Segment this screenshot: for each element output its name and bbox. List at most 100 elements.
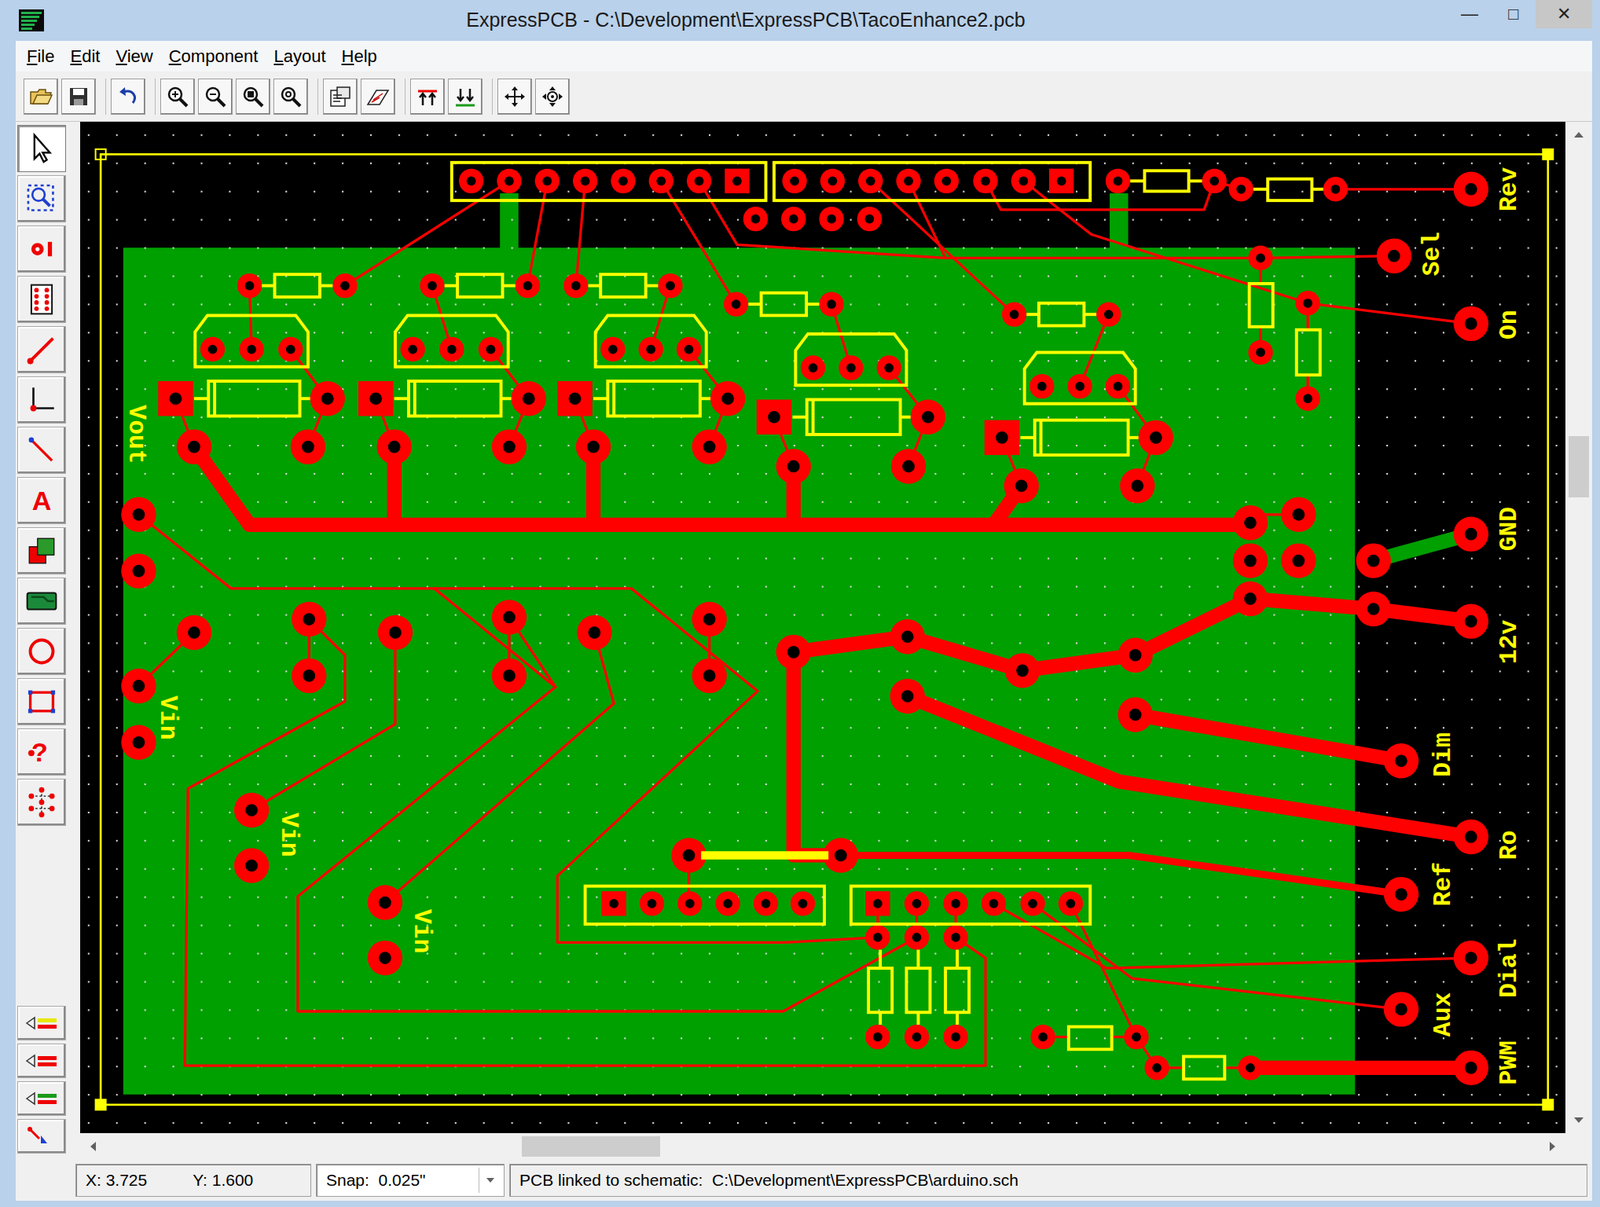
menu-item[interactable]: Help xyxy=(335,40,387,72)
board-properties-button[interactable] xyxy=(360,78,396,115)
pad[interactable] xyxy=(496,168,522,194)
square-pad[interactable] xyxy=(601,891,627,916)
pad[interactable] xyxy=(377,615,413,650)
trace[interactable] xyxy=(1135,715,1402,762)
pad[interactable] xyxy=(865,1024,890,1050)
header-outline[interactable] xyxy=(585,886,825,925)
scroll-down-button[interactable] xyxy=(1565,1106,1593,1134)
pad[interactable] xyxy=(657,273,683,298)
pad[interactable] xyxy=(1029,374,1054,399)
pad[interactable] xyxy=(671,837,706,873)
undo-button[interactable] xyxy=(110,78,146,115)
pad[interactable] xyxy=(686,168,712,194)
pad[interactable] xyxy=(1237,1055,1263,1080)
pad[interactable] xyxy=(600,337,625,362)
move-button[interactable] xyxy=(497,78,533,115)
snap-dropdown[interactable]: Snap: 0.025" xyxy=(315,1163,505,1197)
pad[interactable] xyxy=(535,168,560,194)
pad[interactable] xyxy=(1096,301,1121,327)
pad[interactable] xyxy=(1323,176,1348,202)
corner-handle[interactable] xyxy=(1542,1099,1553,1110)
vertical-scrollbar[interactable] xyxy=(1565,121,1593,1134)
pad[interactable] xyxy=(572,168,598,194)
pad[interactable] xyxy=(515,273,540,298)
resistor-outline[interactable] xyxy=(1144,170,1189,191)
pad[interactable] xyxy=(576,429,611,464)
pad[interactable] xyxy=(278,337,303,362)
pad[interactable] xyxy=(820,168,845,194)
header-outline[interactable] xyxy=(851,886,1090,925)
pad[interactable] xyxy=(1105,374,1131,399)
pcb-label[interactable]: Dim xyxy=(1429,732,1457,777)
pad-array-tool[interactable] xyxy=(17,275,67,323)
trace[interactable] xyxy=(184,619,986,1066)
pad[interactable] xyxy=(234,792,269,828)
pad[interactable] xyxy=(1280,543,1316,578)
pad[interactable] xyxy=(649,168,674,194)
pad[interactable] xyxy=(439,337,464,362)
menu-item[interactable]: Edit xyxy=(63,40,110,72)
save-button[interactable] xyxy=(61,78,96,115)
pad[interactable] xyxy=(200,337,225,362)
pad[interactable] xyxy=(676,337,701,362)
pad[interactable] xyxy=(1295,290,1320,316)
open-button[interactable] xyxy=(23,78,59,115)
pad[interactable] xyxy=(890,619,925,654)
pad[interactable] xyxy=(367,940,403,976)
pad-tool[interactable] xyxy=(17,225,67,273)
pad[interactable] xyxy=(857,206,882,232)
layer-button[interactable] xyxy=(17,1043,67,1079)
trace[interactable] xyxy=(1250,1060,1472,1076)
pad[interactable] xyxy=(1229,176,1254,202)
pad[interactable] xyxy=(910,400,946,435)
pad[interactable] xyxy=(934,168,959,194)
pad[interactable] xyxy=(291,658,327,694)
pcb-label[interactable]: Ref xyxy=(1429,862,1457,907)
pointer-tool[interactable] xyxy=(17,124,67,173)
pad[interactable] xyxy=(776,448,812,484)
diode-outline[interactable] xyxy=(208,381,300,416)
pad[interactable] xyxy=(121,497,156,533)
transistor-outline[interactable] xyxy=(1024,352,1136,404)
horizontal-scrollbar[interactable] xyxy=(80,1133,1566,1160)
resistor-outline[interactable] xyxy=(1267,179,1312,201)
pad[interactable] xyxy=(121,553,156,588)
pad[interactable] xyxy=(691,429,727,464)
pad[interactable] xyxy=(691,601,727,637)
trace[interactable] xyxy=(1260,256,1395,259)
square-pad[interactable] xyxy=(865,891,890,916)
square-pad[interactable] xyxy=(756,400,792,435)
pad[interactable] xyxy=(891,448,926,484)
resistor-outline[interactable] xyxy=(275,274,320,298)
zoom-fit-button[interactable] xyxy=(235,78,271,115)
pad[interactable] xyxy=(904,924,929,950)
pad[interactable] xyxy=(1247,245,1273,271)
trace[interactable] xyxy=(1335,187,1471,191)
pad[interactable] xyxy=(691,658,727,694)
pad[interactable] xyxy=(1280,497,1316,533)
pad[interactable] xyxy=(639,891,665,916)
query-tool[interactable]: ? xyxy=(17,728,67,776)
pad[interactable] xyxy=(943,924,968,950)
pad[interactable] xyxy=(677,891,702,916)
layer-button[interactable] xyxy=(17,1081,67,1116)
pad[interactable] xyxy=(1453,1050,1489,1086)
pad[interactable] xyxy=(723,291,749,316)
pad[interactable] xyxy=(234,847,269,883)
scroll-left-button[interactable] xyxy=(80,1133,107,1160)
circle-tool[interactable] xyxy=(17,627,67,676)
pad[interactable] xyxy=(376,429,412,464)
trace[interactable] xyxy=(344,180,510,286)
pad[interactable] xyxy=(576,615,612,650)
pad[interactable] xyxy=(400,337,426,362)
pad[interactable] xyxy=(458,168,484,194)
pad[interactable] xyxy=(1383,877,1419,912)
pad[interactable] xyxy=(1453,516,1489,551)
pcb-label[interactable]: Vin xyxy=(154,695,182,740)
pad[interactable] xyxy=(1119,468,1155,503)
maximize-button[interactable]: □ xyxy=(1491,0,1536,29)
pcb-label[interactable]: Aux xyxy=(1429,992,1457,1038)
square-pad[interactable] xyxy=(157,381,193,416)
corner-trace-tool[interactable] xyxy=(17,376,67,424)
pad[interactable] xyxy=(904,891,929,916)
